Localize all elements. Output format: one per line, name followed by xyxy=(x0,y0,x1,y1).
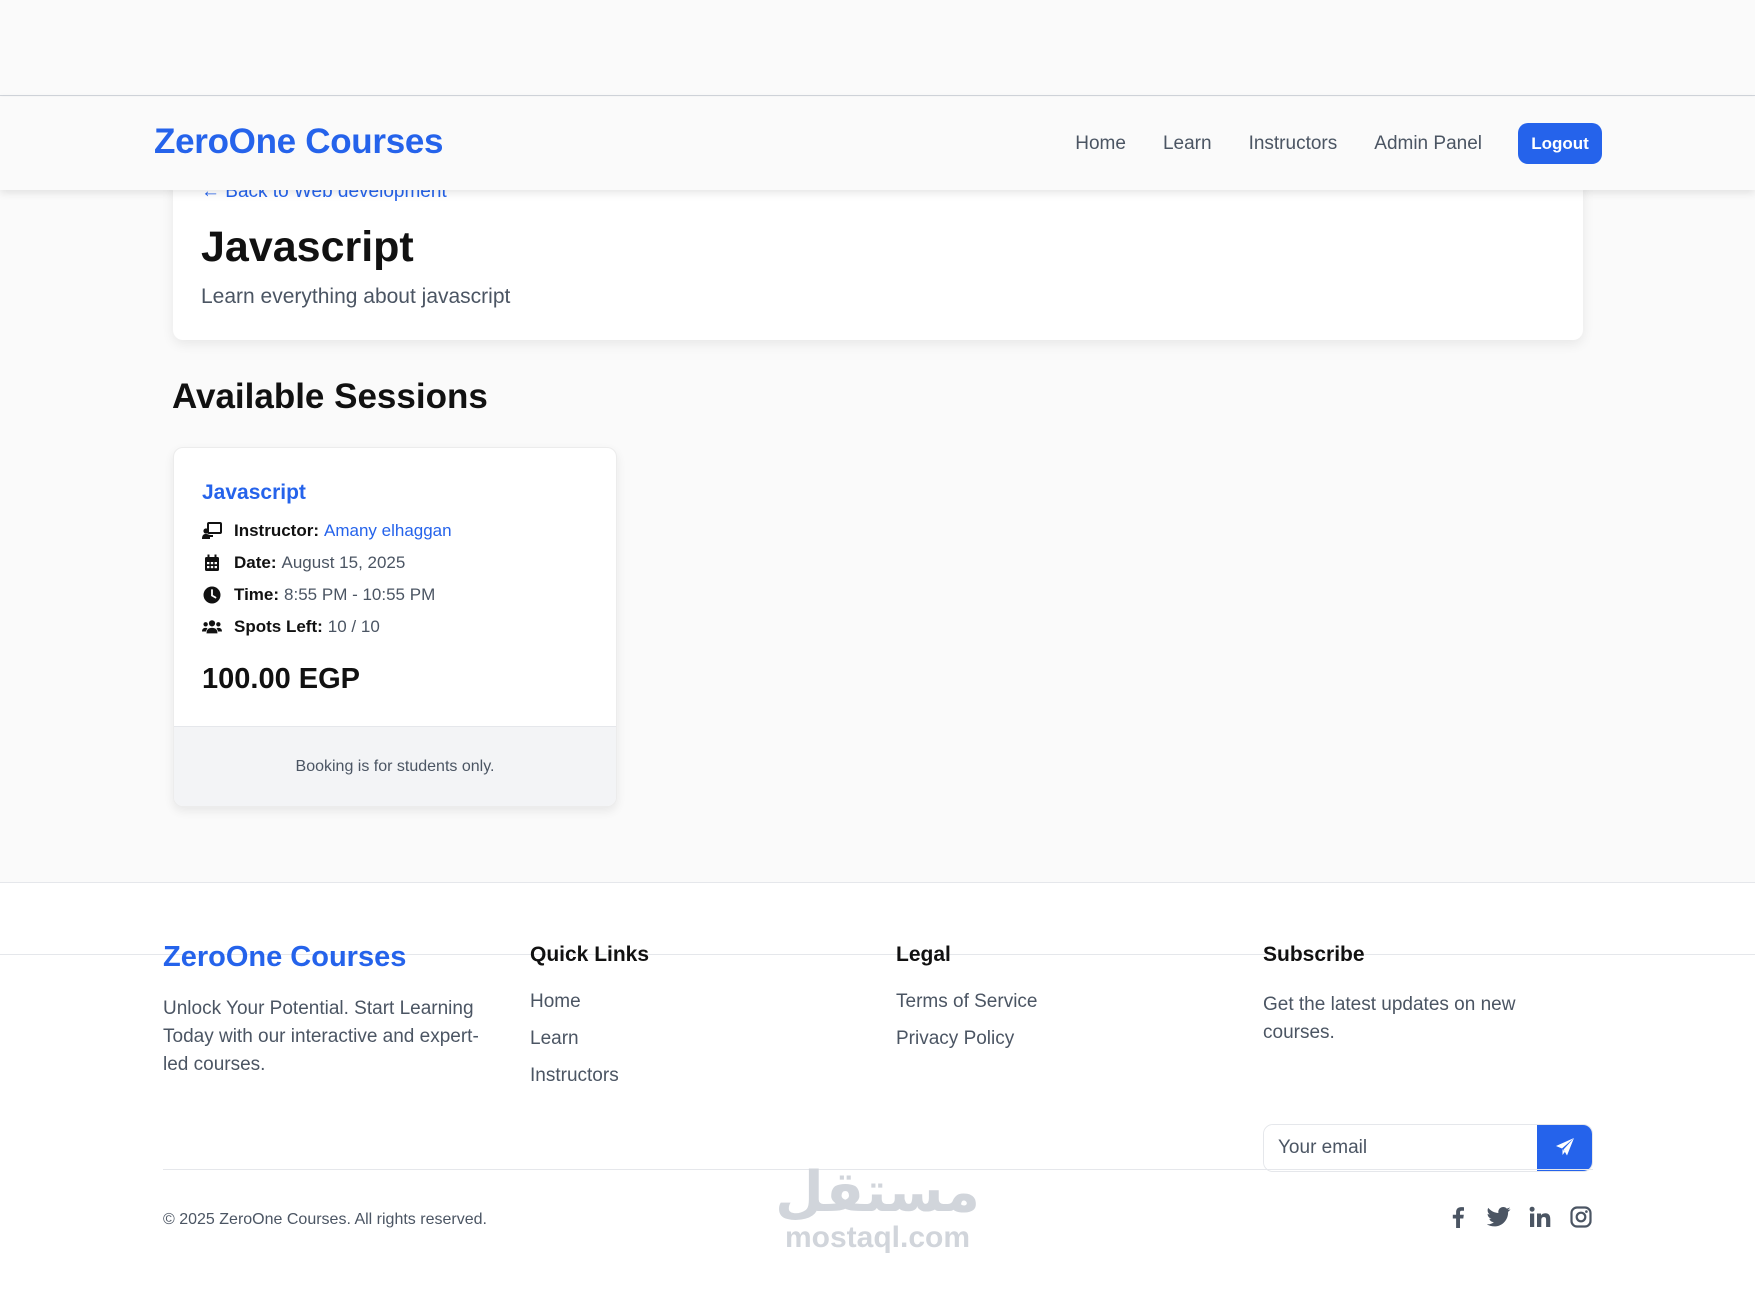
nav-link-home[interactable]: Home xyxy=(1075,133,1126,155)
footer-quick-links: Quick Links Home Learn Instructors xyxy=(530,943,649,1102)
time-value: 8:55 PM - 10:55 PM xyxy=(284,585,436,604)
footer-brand[interactable]: ZeroOne Courses xyxy=(163,941,406,974)
footer-legal: Legal Terms of Service Privacy Policy xyxy=(896,943,1037,1065)
twitter-icon[interactable] xyxy=(1487,1205,1511,1229)
footer-tagline: Unlock Your Potential. Start Learning To… xyxy=(163,998,479,1075)
instructor-name-link[interactable]: Amany elhaggan xyxy=(324,521,452,541)
footer-link-home[interactable]: Home xyxy=(530,991,649,1013)
nav-link-admin-panel[interactable]: Admin Panel xyxy=(1374,133,1482,155)
instructor-label: Instructor: xyxy=(234,521,319,540)
session-price: 100.00 EGP xyxy=(202,663,360,695)
sessions-heading: Available Sessions xyxy=(172,377,488,416)
clock-icon xyxy=(202,585,222,605)
subscribe-description: Get the latest updates on new courses. xyxy=(1263,994,1516,1043)
date-value: August 15, 2025 xyxy=(281,553,406,572)
session-time-row: Time: 8:55 PM - 10:55 PM xyxy=(202,583,435,607)
brand-logo[interactable]: ZeroOne Courses xyxy=(154,122,444,162)
quick-links-heading: Quick Links xyxy=(530,943,650,966)
session-title: Javascript xyxy=(202,481,306,504)
watermark-logo: مستقل mostaql.com xyxy=(770,1163,985,1263)
footer: ZeroOne Courses Unlock Your Potential. S… xyxy=(0,882,1755,1289)
date-label: Date: xyxy=(234,553,277,572)
watermark-latin: mostaql.com xyxy=(784,1221,971,1254)
time-label: Time: xyxy=(234,585,280,604)
subscribe-form xyxy=(1263,1124,1593,1172)
copyright-text: © 2025 ZeroOne Courses. All rights reser… xyxy=(163,1211,487,1228)
watermark-arabic: مستقل xyxy=(775,1160,980,1225)
session-card: Javascript Instructor: Amany elhaggan Da… xyxy=(173,447,617,807)
social-links xyxy=(1446,1205,1593,1229)
session-date-row: Date: August 15, 2025 xyxy=(202,551,405,575)
nav-link-learn[interactable]: Learn xyxy=(1163,133,1212,155)
subscribe-button[interactable] xyxy=(1537,1125,1592,1171)
legal-heading: Legal xyxy=(896,943,951,966)
footer-link-instructors[interactable]: Instructors xyxy=(530,1065,649,1087)
nav-links: Home Learn Instructors Admin Panel xyxy=(1075,97,1482,190)
logout-button[interactable]: Logout xyxy=(1518,123,1602,164)
page-title: Javascript xyxy=(201,223,414,271)
footer-link-terms[interactable]: Terms of Service xyxy=(896,991,1037,1013)
calendar-icon xyxy=(202,553,222,573)
spots-label: Spots Left: xyxy=(234,617,323,636)
footer-link-learn[interactable]: Learn xyxy=(530,1028,649,1050)
users-icon xyxy=(202,617,222,637)
session-spots-row: Spots Left: 10 / 10 xyxy=(202,615,380,639)
chalkboard-teacher-icon xyxy=(202,521,222,541)
navbar: ZeroOne Courses Home Learn Instructors A… xyxy=(0,97,1755,190)
email-input[interactable] xyxy=(1264,1125,1537,1171)
spots-value: 10 / 10 xyxy=(327,617,380,636)
paper-plane-icon xyxy=(1555,1137,1575,1160)
linkedin-icon[interactable] xyxy=(1528,1205,1552,1229)
facebook-icon[interactable] xyxy=(1446,1205,1470,1229)
session-instructor-row: Instructor: Amany elhaggan xyxy=(202,519,452,543)
instagram-icon[interactable] xyxy=(1569,1205,1593,1229)
booking-note: Booking is for students only. xyxy=(174,726,616,806)
footer-subscribe: Subscribe Get the latest updates on new … xyxy=(1263,943,1603,1183)
nav-link-instructors[interactable]: Instructors xyxy=(1249,133,1338,155)
footer-link-privacy[interactable]: Privacy Policy xyxy=(896,1028,1037,1050)
page-description: Learn everything about javascript xyxy=(201,285,511,308)
top-strip xyxy=(0,0,1755,96)
subscribe-heading: Subscribe xyxy=(1263,943,1365,966)
